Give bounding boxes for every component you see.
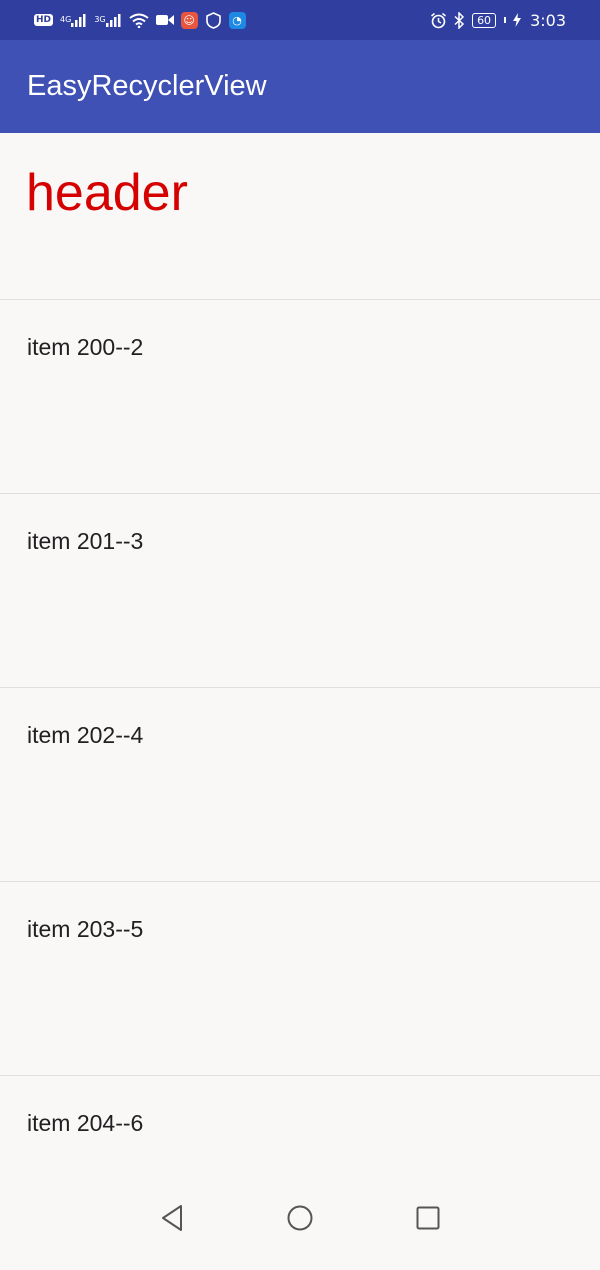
signal-4g-label: 4G: [60, 15, 72, 24]
charging-icon: [513, 13, 522, 27]
recents-icon: [416, 1206, 440, 1229]
list-item[interactable]: item 202--4: [0, 688, 600, 882]
list-item-label: item 201--3: [27, 528, 144, 554]
battery-level: 60: [477, 13, 492, 27]
hd-icon: HD: [34, 14, 54, 26]
header-text: header: [26, 164, 188, 222]
navigation-bar: [0, 1188, 600, 1247]
list-item-label: item 203--5: [27, 916, 144, 942]
list-item[interactable]: item 201--3: [0, 494, 600, 688]
back-button[interactable]: [153, 1199, 191, 1237]
status-right-group: 60 3:03: [430, 11, 566, 30]
app-icon-red: ☺: [180, 11, 198, 29]
home-icon: [287, 1205, 313, 1230]
battery-icon: 60: [472, 12, 497, 28]
wifi-icon: [128, 13, 149, 28]
list-header: header: [0, 133, 600, 300]
back-icon: [162, 1204, 182, 1231]
list-item-label: item 200--2: [27, 334, 144, 360]
list-item[interactable]: item 203--5: [0, 882, 600, 1076]
list-item[interactable]: item 200--2: [0, 300, 600, 494]
recents-button[interactable]: [409, 1199, 447, 1237]
list-item-label: item 202--4: [27, 722, 144, 748]
status-bar: HD 4G 3G ☺ ◔ 60 3:03: [0, 0, 600, 40]
recycler-list[interactable]: header item 200--2 item 201--3 item 202-…: [0, 133, 600, 1270]
toolbar-title: EasyRecyclerView: [27, 70, 267, 102]
battery-tip: [504, 17, 507, 23]
app-toolbar: EasyRecyclerView: [0, 40, 600, 133]
list-item-label: item 204--6: [27, 1110, 144, 1136]
app-icon-blue: ◔: [228, 11, 246, 29]
video-icon: [155, 14, 174, 26]
signal-4g-icon: 4G: [60, 13, 87, 27]
signal-3g-label: 3G: [94, 15, 106, 24]
alarm-icon: [430, 12, 447, 29]
home-button[interactable]: [281, 1199, 319, 1237]
signal-3g-icon: 3G: [94, 13, 121, 27]
bluetooth-icon: [454, 11, 465, 29]
shield-icon: [205, 11, 222, 29]
clock: 3:03: [530, 10, 566, 30]
status-left-group: HD 4G 3G ☺ ◔: [34, 11, 246, 29]
